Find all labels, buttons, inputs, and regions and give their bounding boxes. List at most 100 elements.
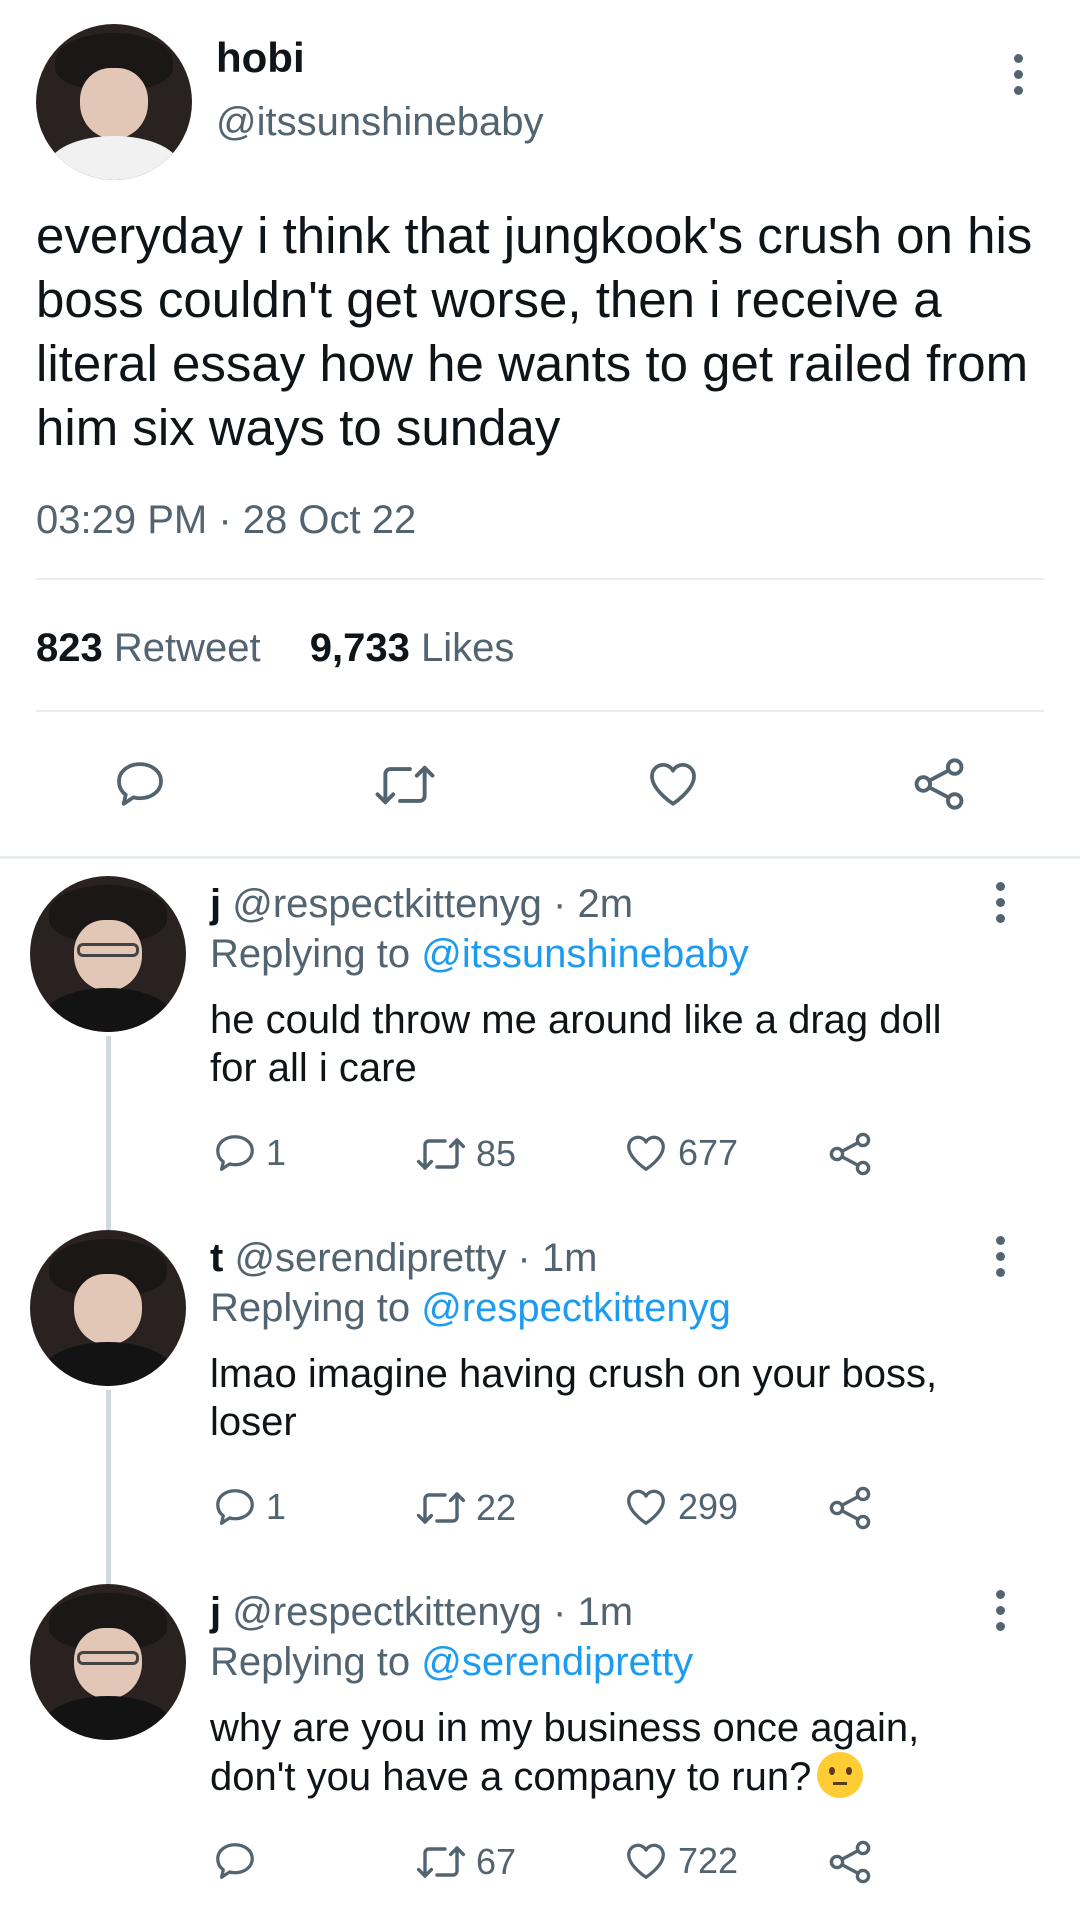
tweet-date: 28 Oct 22 (242, 498, 417, 542)
reply-button[interactable]: 1 (212, 1484, 286, 1530)
reply-count: 1 (266, 1486, 287, 1527)
replying-to-line: Replying to @respectkittenyg (210, 1284, 731, 1332)
replying-label: Replying to (210, 932, 411, 976)
like-button[interactable] (644, 756, 702, 812)
reply-author-name[interactable]: t (210, 1236, 223, 1280)
like-count: 299 (678, 1486, 739, 1527)
retweets-count: 823 (36, 626, 103, 670)
reply-text-line: why are you in my business once again, (210, 1706, 920, 1750)
share-icon (829, 1486, 871, 1530)
reply-time: 2m (577, 882, 634, 926)
reply-header: j @respectkittenyg · 2m (210, 880, 633, 928)
likes-stat[interactable]: 9,733 Likes (310, 626, 515, 670)
share-button[interactable] (826, 1130, 874, 1178)
hushed-face-emoji (817, 1752, 864, 1798)
share-button[interactable] (910, 754, 968, 814)
retweet-icon (416, 1138, 466, 1170)
replying-to-link[interactable]: @itssunshinebaby (421, 932, 748, 976)
reply-text: lmao imagine having crush on your boss, … (210, 1350, 1050, 1446)
retweets-stat[interactable]: 823 Retweet (36, 626, 272, 670)
retweet-count: 85 (476, 1133, 517, 1174)
share-icon (829, 1132, 871, 1176)
engagement-stats: 823 Retweet 9,733 Likes (36, 626, 514, 671)
share-icon (829, 1840, 871, 1884)
divider (36, 710, 1044, 712)
reply-count: 1 (266, 1132, 287, 1173)
heart-icon (627, 1135, 665, 1171)
reply-text: he could throw me around like a drag dol… (210, 996, 1050, 1092)
reply-text-line: don't you have a company to run? (210, 1752, 1050, 1801)
reply-handle[interactable]: @respectkittenyg (232, 882, 542, 926)
more-vertical-icon[interactable] (994, 1590, 1006, 1631)
heart-icon (627, 1489, 665, 1525)
reply-text-line: lmao imagine having crush on your boss, (210, 1352, 938, 1396)
reply-text: why are you in my business once again, d… (210, 1704, 1050, 1801)
reply-author-name[interactable]: j (210, 882, 221, 926)
reply-text-line: he could throw me around like a drag dol… (210, 998, 942, 1042)
like-button[interactable]: 722 (622, 1838, 738, 1884)
reply-header: t @serendipretty · 1m (210, 1234, 597, 1282)
retweet-count: 22 (476, 1487, 517, 1528)
replying-to-line: Replying to @itssunshinebaby (210, 930, 749, 978)
more-vertical-icon[interactable] (994, 882, 1006, 923)
retweet-button[interactable]: 22 (414, 1486, 516, 1530)
comment-bubble-icon (216, 1489, 254, 1525)
reply-handle[interactable]: @serendipretty (234, 1236, 506, 1280)
replying-to-link[interactable]: @respectkittenyg (421, 1286, 731, 1330)
reply-header: j @respectkittenyg · 1m (210, 1588, 633, 1636)
reply-text-line: for all i care (210, 1046, 417, 1090)
like-button[interactable]: 299 (622, 1484, 738, 1530)
likes-label: Likes (420, 626, 515, 670)
reply-text-line: loser (210, 1400, 297, 1444)
reply-avatar[interactable] (30, 1230, 186, 1386)
reply-time: 1m (541, 1236, 598, 1280)
more-vertical-icon[interactable] (1012, 54, 1024, 95)
share-button[interactable] (826, 1484, 874, 1532)
retweet-icon (375, 765, 435, 805)
author-name[interactable]: hobi (216, 34, 305, 82)
like-count: 722 (678, 1840, 739, 1881)
author-avatar[interactable] (36, 24, 192, 180)
comment-bubble-icon (216, 1135, 254, 1171)
retweet-button[interactable] (372, 758, 438, 812)
reply-time: 1m (577, 1590, 634, 1634)
separator: · (553, 1590, 567, 1634)
replying-to-line: Replying to @serendipretty (210, 1638, 693, 1686)
replying-to-link[interactable]: @serendipretty (421, 1640, 693, 1684)
share-button[interactable] (826, 1838, 874, 1886)
reply-avatar[interactable] (30, 876, 186, 1032)
comment-bubble-icon (216, 1843, 254, 1879)
thread-line (106, 1036, 111, 1230)
more-vertical-icon[interactable] (994, 1236, 1006, 1277)
like-button[interactable]: 677 (622, 1130, 738, 1176)
timestamp-separator: · (218, 498, 232, 542)
author-handle[interactable]: @itssunshinebaby (216, 100, 543, 145)
reply-author-name[interactable]: j (210, 1590, 221, 1634)
heart-icon (650, 763, 696, 806)
retweet-button[interactable]: 67 (414, 1840, 516, 1884)
reply-button[interactable] (212, 1838, 266, 1884)
section-divider (0, 856, 1080, 859)
replying-label: Replying to (210, 1640, 411, 1684)
like-count: 677 (678, 1132, 739, 1173)
reply-button[interactable] (112, 756, 168, 812)
tweet-text: everyday i think that jungkook's crush o… (36, 207, 1033, 456)
replying-label: Replying to (210, 1286, 411, 1330)
reply-avatar[interactable] (30, 1584, 186, 1740)
tweet-timestamp: 03:29 PM · 28 Oct 22 (36, 498, 416, 543)
reply-button[interactable]: 1 (212, 1130, 286, 1176)
likes-count: 9,733 (309, 626, 410, 670)
separator: · (517, 1236, 531, 1280)
retweets-label: Retweet (113, 626, 261, 670)
retweet-icon (416, 1846, 466, 1878)
thread-line (106, 1390, 111, 1584)
retweet-button[interactable]: 85 (414, 1132, 516, 1176)
reply-text-segment: don't you have a company to run? (210, 1755, 812, 1799)
comment-bubble-icon (117, 762, 163, 806)
reply-handle[interactable]: @respectkittenyg (232, 1590, 542, 1634)
heart-icon (627, 1843, 665, 1879)
retweet-icon (416, 1492, 466, 1524)
tweet-time: 03:29 PM (36, 498, 208, 542)
retweet-count: 67 (476, 1841, 517, 1882)
separator: · (553, 882, 567, 926)
